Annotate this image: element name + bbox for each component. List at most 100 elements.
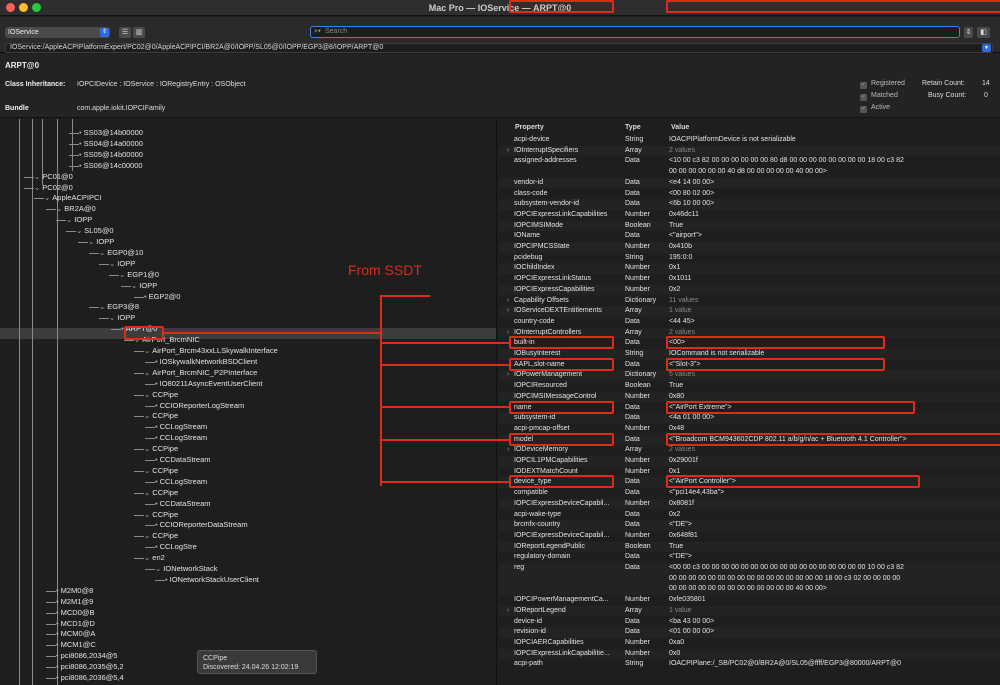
- tree-node[interactable]: ⌄ CCPipe: [144, 531, 178, 541]
- tree-node[interactable]: ⌄ SL05@0: [76, 226, 114, 236]
- chevron-right-icon[interactable]: ›: [507, 146, 509, 157]
- table-row[interactable]: IOPCIExpressDeviceCapabil... Number 0x648f…: [499, 531, 1000, 542]
- tree-node[interactable]: ⌄ IOPP: [109, 259, 135, 269]
- table-row[interactable]: › IOInterruptSpecifiers Array 2 values: [499, 145, 1000, 157]
- table-row[interactable]: IOPCIExpressLinkCapabilities Number 0x46dc…: [499, 210, 1000, 221]
- chevron-down-icon[interactable]: ⌄: [144, 488, 150, 497]
- table-row[interactable]: IOPCIResourced Boolean True: [499, 381, 1000, 392]
- tree-node[interactable]: ⌄ CCPipe: [144, 390, 178, 400]
- table-row[interactable]: › IOReportLegend Array 1 value: [499, 605, 1000, 617]
- chevron-right-icon[interactable]: ›: [507, 306, 509, 317]
- tree-node[interactable]: • IO80211AsyncEventUserClient: [155, 379, 262, 389]
- table-row[interactable]: acpi-device String IOACPIPlatformDevice is…: [499, 135, 1000, 146]
- chevron-down-icon[interactable]: ⌄: [144, 411, 150, 420]
- chevron-down-icon[interactable]: ⌄: [34, 172, 40, 181]
- table-row[interactable]: › Capability Offsets Dictionary 11 values: [499, 296, 1000, 307]
- tree-node[interactable]: • CCLogStream: [155, 422, 207, 432]
- chevron-down-icon[interactable]: ⌄: [131, 281, 137, 290]
- search-input[interactable]: ⌕▾ Search: [310, 26, 960, 38]
- chevron-right-icon[interactable]: ›: [507, 370, 509, 381]
- tree-node[interactable]: ⌄ en2: [144, 553, 165, 563]
- chevron-right-icon[interactable]: ›: [507, 296, 509, 307]
- table-row[interactable]: subsystem-id Data <4a 01 00 00>: [499, 413, 1000, 424]
- tree-node[interactable]: ⌄ EGP3@8: [99, 302, 139, 312]
- tree-node[interactable]: ⌄ PC01@0: [34, 172, 73, 182]
- table-row[interactable]: IOPCIPowerManagementCa... Number 0xfe03580…: [499, 595, 1000, 606]
- table-row[interactable]: › IODeviceMemory Array 2 values: [499, 445, 1000, 456]
- chevron-down-icon[interactable]: ⌄: [99, 248, 105, 257]
- table-row[interactable]: IOPCIAERCapabilities Number 0xa0: [499, 638, 1000, 649]
- chevron-down-icon[interactable]: ⌄: [88, 237, 94, 246]
- search-options-button[interactable]: ⇕: [964, 27, 973, 38]
- chevron-down-icon[interactable]: ⌄: [144, 510, 150, 519]
- table-row[interactable]: reg Data <00 00 c3 00 00 00 00 00 00 00 00…: [499, 563, 1000, 596]
- table-row[interactable]: IOPCIExpressCapabilities Number 0x2: [499, 284, 1000, 296]
- table-row[interactable]: regulatory-domain Data <"DE">: [499, 552, 1000, 563]
- chevron-down-icon[interactable]: ⌄: [144, 390, 150, 399]
- tree-node[interactable]: • MCM1@C: [56, 640, 96, 650]
- column-header-property[interactable]: Property: [515, 124, 544, 131]
- tree-node[interactable]: • CCLogStream: [155, 477, 207, 487]
- table-row[interactable]: IOPCIL1PMCapabilities Number 0x29001f: [499, 456, 1000, 467]
- tree-node[interactable]: ⌄ IOPP: [109, 313, 135, 323]
- table-row[interactable]: IOPCIExpressLinkStatus Number 0x1011: [499, 274, 1000, 285]
- list-view-button[interactable]: ☰: [119, 27, 131, 38]
- chevron-right-icon[interactable]: ›: [507, 606, 509, 617]
- tree-node[interactable]: ⌄ AppleACPIPCI: [44, 193, 102, 203]
- table-row[interactable]: revision-id Data <01 00 00 00>: [499, 627, 1000, 638]
- chevron-down-icon[interactable]: ⌄: [99, 302, 105, 311]
- registry-tree[interactable]: • SS03@14b00000 • SS04@14a00000 • SS05@14b000…: [0, 119, 497, 685]
- tree-node[interactable]: • CCIOReporterDataStream: [155, 520, 248, 530]
- tree-node[interactable]: ⌄ CCPipe: [144, 488, 178, 498]
- tree-node[interactable]: • EGP2@0: [144, 292, 180, 302]
- table-row[interactable]: device-id Data <ba 43 00 00>: [499, 617, 1000, 628]
- chevron-down-icon[interactable]: ⌄: [34, 183, 40, 192]
- tree-node[interactable]: • CCLogStream: [155, 433, 207, 443]
- column-header-type[interactable]: Type: [625, 124, 641, 131]
- chevron-down-icon[interactable]: ⌄: [144, 346, 150, 355]
- chevron-down-icon[interactable]: ⌄: [109, 313, 115, 322]
- table-row[interactable]: IOPCIExpressDeviceCapabil... Number 0x8081…: [499, 498, 1000, 510]
- tree-node[interactable]: ⌄ CCPipe: [144, 444, 178, 454]
- chevron-down-icon[interactable]: ⌄: [44, 193, 50, 202]
- chevron-down-icon[interactable]: ⌄: [144, 466, 150, 475]
- tree-node[interactable]: • SS03@14b00000: [79, 128, 143, 138]
- tree-node[interactable]: ⌄ IOPP: [66, 215, 92, 225]
- column-view-button[interactable]: ▥: [133, 27, 145, 38]
- tree-node[interactable]: • MCM0@A: [56, 629, 95, 639]
- tree-node[interactable]: • M2M1@9: [56, 597, 93, 607]
- chevron-down-icon[interactable]: ⌄: [66, 215, 72, 224]
- table-row[interactable]: compatible Data <"pci14e4,43ba">: [499, 488, 1000, 499]
- table-row[interactable]: vendor-id Data <e4 14 00 00>: [499, 177, 1000, 189]
- tree-node[interactable]: • CCDataStream: [155, 499, 211, 509]
- table-row[interactable]: assigned-addresses Data <10 00 c3 82 00 00…: [499, 156, 1000, 177]
- table-row[interactable]: IOPCIPMCSState Number 0x410b: [499, 242, 1000, 253]
- chevron-down-icon[interactable]: ⌄: [144, 368, 150, 377]
- table-row[interactable]: brcmfx-country Data <"DE">: [499, 520, 1000, 531]
- table-row[interactable]: acpi-path String IOACPIPlane:/_SB/PC02@0/B…: [499, 659, 1000, 670]
- tree-node[interactable]: • pci8086,2035@5,2: [56, 662, 124, 672]
- tree-node[interactable]: • IONetworkStackUserClient: [165, 575, 259, 585]
- path-bar[interactable]: IOService:/AppleACPIPlatformExpert/PC02@…: [5, 43, 993, 53]
- chevron-down-icon[interactable]: ⌄: [155, 564, 161, 573]
- plane-select[interactable]: IOService ⇕: [5, 27, 110, 38]
- tree-node[interactable]: ⌄ EGP1@0: [119, 270, 159, 280]
- table-row[interactable]: acpi-wake-type Data 0x2: [499, 510, 1000, 521]
- chevron-down-icon[interactable]: ⌄: [109, 259, 115, 268]
- column-header-value[interactable]: Value: [671, 124, 689, 131]
- chevron-down-icon[interactable]: ⌄: [76, 226, 82, 235]
- tree-node[interactable]: ⌄ BR2A@0: [56, 204, 96, 214]
- tree-node[interactable]: ⌄ IONetworkStack: [155, 564, 217, 574]
- chevron-down-icon[interactable]: ⌄: [144, 444, 150, 453]
- tree-node[interactable]: • pci8086,2036@5,4: [56, 673, 124, 683]
- tree-node[interactable]: ⌄ AirPort_Brcm43xxLLSkywalkInterface: [144, 346, 278, 356]
- inspector-toggle-button[interactable]: ◧: [977, 27, 990, 38]
- tree-node[interactable]: • MCD0@B: [56, 608, 95, 618]
- chevron-down-icon[interactable]: ⌄: [56, 204, 62, 213]
- chevron-down-icon[interactable]: ⌄: [144, 553, 150, 562]
- tree-node[interactable]: ⌄ IOPP: [131, 281, 157, 291]
- tree-node[interactable]: • MCD1@D: [56, 619, 95, 629]
- table-row[interactable]: country-code Data <44 45>: [499, 317, 1000, 328]
- tree-node[interactable]: ⌄ CCPipe: [144, 411, 178, 421]
- chevron-down-icon[interactable]: ⌄: [144, 531, 150, 540]
